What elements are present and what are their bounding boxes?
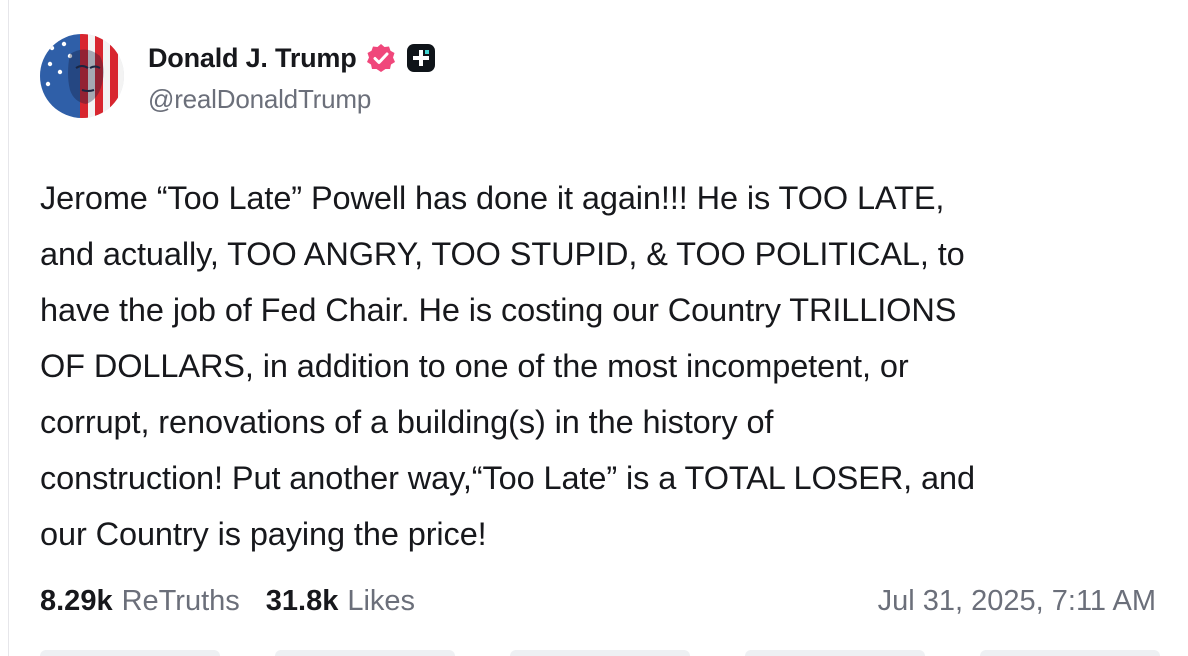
retruths-label[interactable]: ReTruths [122,585,240,618]
likes-label[interactable]: Likes [347,585,415,618]
retruth-button[interactable] [275,650,455,656]
post-action-bar [40,650,1160,656]
reply-button[interactable] [40,650,220,656]
retruths-count[interactable]: 8.29k [40,585,113,618]
more-button[interactable] [980,650,1160,656]
likes-count[interactable]: 31.8k [266,585,339,618]
truth-post: Donald J. Trump @realDonaldTrump Jerome … [0,0,1188,656]
like-button[interactable] [510,650,690,656]
author-display-name[interactable]: Donald J. Trump [148,43,357,74]
avatar[interactable] [40,34,124,118]
avatar-image [40,34,124,118]
share-button[interactable] [745,650,925,656]
post-timestamp[interactable]: Jul 31, 2025, 7:11 AM [878,580,1156,622]
author-handle[interactable]: @realDonaldTrump [148,84,371,115]
post-stats: 8.29k ReTruths 31.8k Likes [40,580,415,622]
verified-badge-icon [365,42,397,74]
post-body-text: Jerome “Too Late” Powell has done it aga… [40,180,975,552]
author-name-row: Donald J. Trump [148,38,437,78]
truth-plus-icon [405,42,437,74]
